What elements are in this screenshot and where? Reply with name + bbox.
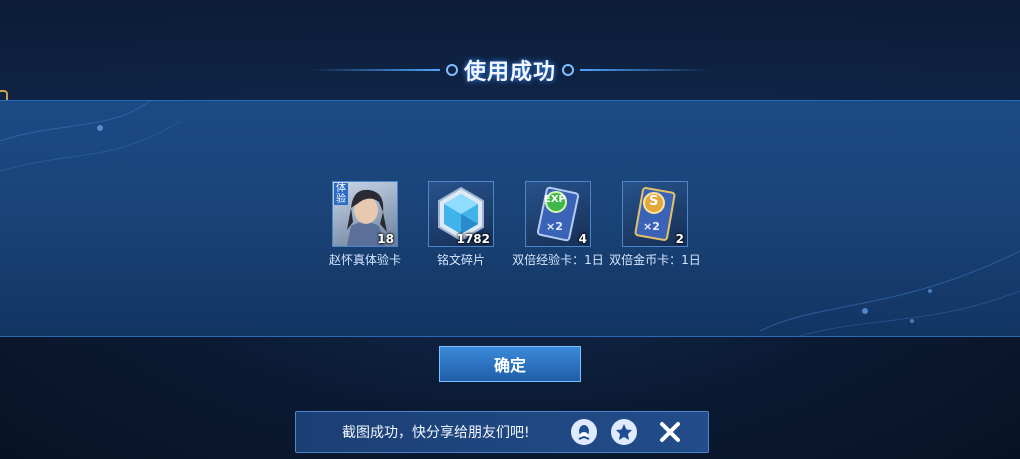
close-icon[interactable] [657, 419, 683, 445]
title-ornament-left [445, 64, 458, 76]
item-name: 双倍经验卡：1日 [512, 253, 604, 267]
double-gold-card-icon: S ×2 2 [622, 181, 688, 247]
multiplier-label: ×2 [546, 220, 563, 233]
screenshot-toast: 截图成功，快分享给朋友们吧! [295, 411, 709, 453]
multiplier-label: ×2 [643, 220, 660, 233]
title-line-right [580, 69, 710, 71]
hero-portrait-icon: 体验 18 [332, 181, 398, 247]
dialog-title: 使用成功 [463, 60, 556, 85]
title-ornament-right [562, 64, 574, 76]
reward-item-inscription-shards[interactable]: 1782 铭文碎片 [411, 181, 511, 267]
qq-penguin-icon[interactable] [571, 419, 597, 445]
confirm-button[interactable]: 确定 [439, 346, 581, 382]
exp-badge: EXP [544, 194, 566, 205]
item-quantity: 4 [578, 232, 587, 246]
qzone-star-icon[interactable] [611, 419, 637, 445]
reward-item-double-exp[interactable]: EXP ×2 4 双倍经验卡：1日 [508, 181, 608, 267]
coin-badge: S [649, 194, 659, 209]
item-quantity: 18 [377, 232, 394, 246]
double-exp-card-icon: EXP ×2 4 [525, 181, 591, 247]
inscription-crystal-icon: 1782 [428, 181, 494, 247]
item-name: 赵怀真体验卡 [328, 253, 401, 267]
item-quantity: 2 [675, 232, 684, 246]
item-name: 双倍金币卡：1日 [609, 253, 701, 267]
title-line-left [309, 69, 440, 71]
dialog-title-bar: 使用成功 [0, 52, 1020, 88]
reward-list: 体验 18 赵怀真体验卡 1782 铭文碎片 EXP ×2 4 双倍经验卡：1日… [0, 181, 1020, 291]
reward-item-double-gold[interactable]: S ×2 2 双倍金币卡：1日 [605, 181, 705, 267]
toast-message: 截图成功，快分享给朋友们吧! [342, 425, 530, 441]
reward-item-hero-trial[interactable]: 体验 18 赵怀真体验卡 [315, 181, 415, 267]
trial-badge: 体验 [334, 183, 348, 205]
item-name: 铭文碎片 [436, 253, 485, 267]
item-quantity: 1782 [456, 232, 490, 246]
